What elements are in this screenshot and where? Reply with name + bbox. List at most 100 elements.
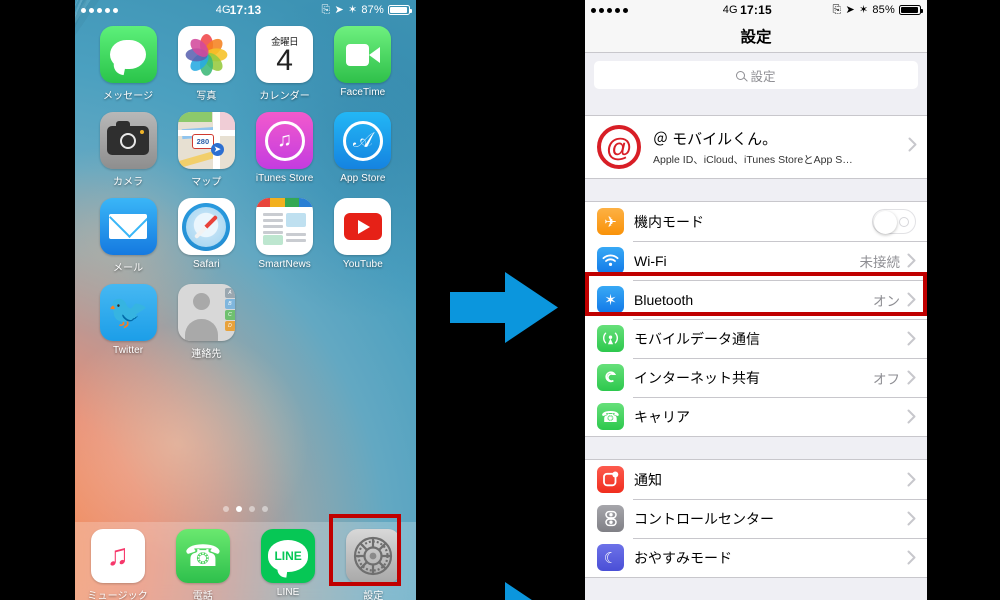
messages-icon	[99, 26, 157, 83]
settings-row-cellular[interactable]: モバイルデータ通信	[585, 319, 927, 358]
app-twitter[interactable]: 🐦 Twitter	[91, 284, 165, 360]
airplane-icon: ✈	[597, 208, 624, 235]
signal-strength-icon	[591, 7, 628, 13]
contacts-icon: ABCD	[177, 284, 235, 341]
chevron-right-icon	[907, 550, 916, 565]
section-gap	[585, 179, 927, 201]
carrier-phone-icon: ☎	[597, 403, 624, 430]
photos-icon	[177, 26, 235, 83]
mail-icon	[99, 198, 157, 255]
app-app-store[interactable]: 𝒜 App Store	[326, 112, 400, 188]
step-arrow-right-partial	[450, 580, 560, 600]
rotation-lock-icon: ⎘	[832, 3, 842, 16]
chevron-right-icon	[907, 472, 916, 487]
page-dot-active	[236, 506, 242, 512]
settings-row-control-center[interactable]: コントロールセンター	[585, 499, 927, 538]
app-label: Twitter	[113, 345, 144, 356]
settings-gear-icon	[346, 529, 401, 583]
hotspot-icon	[597, 364, 624, 391]
section-gap	[585, 437, 927, 459]
twitter-icon: 🐦	[99, 284, 157, 341]
music-icon: ♫	[90, 529, 145, 583]
app-photos[interactable]: 写真	[169, 26, 243, 102]
search-input[interactable]: 設定	[594, 61, 918, 89]
app-facetime[interactable]: FaceTime	[326, 26, 400, 102]
dock-app-settings[interactable]: 設定	[336, 529, 410, 600]
chevron-right-icon	[907, 370, 916, 385]
location-arrow-icon: ➤	[334, 3, 344, 16]
connectivity-group: ✈ 機内モード Wi-Fi 未接続 ✶ Bluetooth オン モバイルデータ…	[585, 201, 927, 437]
app-calendar[interactable]: 金曜日 4 カレンダー	[248, 26, 322, 102]
row-label: 通知	[634, 471, 662, 488]
app-label: 連絡先	[191, 349, 222, 360]
itunes-store-icon: ♫	[256, 112, 314, 169]
signal-strength-icon	[81, 7, 118, 13]
app-messages[interactable]: メッセージ	[91, 26, 165, 102]
app-label: メッセージ	[102, 91, 154, 102]
line-icon: LINE	[261, 529, 316, 583]
app-contacts[interactable]: ABCD 連絡先	[169, 284, 243, 360]
page-dot	[262, 506, 268, 512]
dock-app-music[interactable]: ♫ ミュージック	[81, 529, 155, 600]
wifi-icon	[597, 247, 624, 274]
calendar-icon: 金曜日 4	[256, 26, 314, 83]
airplane-mode-toggle[interactable]	[872, 209, 916, 234]
app-store-icon: 𝒜	[334, 112, 392, 169]
app-mail[interactable]: メール	[91, 198, 165, 274]
row-label: コントロールセンター	[634, 510, 774, 527]
row-label: モバイルデータ通信	[634, 330, 760, 347]
chevron-right-icon	[907, 331, 916, 346]
battery-icon	[387, 5, 413, 15]
battery-percent-label: 85%	[872, 4, 895, 16]
row-value: オフ	[873, 371, 900, 387]
line-logo-text: LINE	[268, 540, 309, 572]
app-safari[interactable]: Safari	[169, 198, 243, 274]
app-icon-grid: メッセージ 写真 金曜日 4 カレンダー FaceTime カメラ 280 ➤ …	[75, 20, 416, 360]
bluetooth-icon: ✶	[597, 286, 624, 313]
step-arrow-right	[450, 270, 560, 345]
settings-row-bluetooth[interactable]: ✶ Bluetooth オン	[585, 280, 927, 319]
screenshot-stage: 4G 17:13 ⎘ ➤ ✶ 87% メッセージ 写真 金曜日 4 カレンダー …	[0, 0, 1000, 600]
app-label: 設定	[363, 591, 384, 600]
page-indicator-dots[interactable]	[75, 506, 416, 512]
row-value: 未接続	[859, 254, 901, 270]
app-camera[interactable]: カメラ	[91, 112, 165, 188]
page-title: 設定	[585, 20, 927, 53]
settings-status-bar: 4G 17:15 ⎘ ➤ ✶ 85%	[585, 0, 927, 20]
bluetooth-icon: ✶	[858, 3, 869, 16]
settings-row-notifications[interactable]: 通知	[585, 460, 927, 499]
app-itunes-store[interactable]: ♫ iTunes Store	[248, 112, 322, 188]
status-right-cluster: ⎘ ➤ ✶ 87%	[321, 3, 413, 16]
system-group: 通知 コントロールセンター ☾ おやすみモード	[585, 459, 927, 578]
facetime-icon	[334, 26, 392, 83]
calendar-day: 4	[276, 43, 293, 77]
app-youtube[interactable]: YouTube	[326, 198, 400, 274]
dock-app-phone[interactable]: ☎ 電話	[166, 529, 240, 600]
safari-icon	[177, 198, 235, 255]
camera-icon	[99, 112, 157, 169]
dock-app-line[interactable]: LINE LINE	[251, 529, 325, 598]
apple-id-row[interactable]: @ ＠ モバイルくん。 Apple ID、iCloud、iTunes Store…	[585, 116, 927, 178]
row-label: 機内モード	[634, 213, 704, 230]
settings-row-hotspot[interactable]: インターネット共有 オフ	[585, 358, 927, 397]
rotation-lock-icon: ⎘	[321, 3, 331, 16]
apple-id-group: @ ＠ モバイルくん。 Apple ID、iCloud、iTunes Store…	[585, 115, 927, 179]
settings-row-wifi[interactable]: Wi-Fi 未接続	[585, 241, 927, 280]
app-smartnews[interactable]: SmartNews	[248, 198, 322, 274]
iphone-home-screen: 4G 17:13 ⎘ ➤ ✶ 87% メッセージ 写真 金曜日 4 カレンダー …	[75, 0, 416, 600]
settings-row-airplane-mode[interactable]: ✈ 機内モード	[585, 202, 927, 241]
app-label: SmartNews	[258, 259, 311, 270]
page-dot	[249, 506, 255, 512]
app-label: メール	[112, 263, 144, 274]
settings-row-carrier[interactable]: ☎ キャリア	[585, 397, 927, 436]
home-status-bar: 4G 17:13 ⎘ ➤ ✶ 87%	[75, 0, 416, 20]
search-icon	[736, 70, 746, 80]
chevron-right-icon	[907, 253, 916, 268]
search-placeholder: 設定	[750, 69, 776, 84]
smartnews-icon	[256, 198, 314, 255]
home-dock: ♫ ミュージック ☎ 電話 LINE LINE 設定	[75, 522, 416, 600]
app-maps[interactable]: 280 ➤ マップ	[169, 112, 243, 188]
settings-row-do-not-disturb[interactable]: ☾ おやすみモード	[585, 538, 927, 577]
row-label: Wi-Fi	[634, 252, 667, 269]
search-bar-container: 設定	[585, 53, 927, 97]
